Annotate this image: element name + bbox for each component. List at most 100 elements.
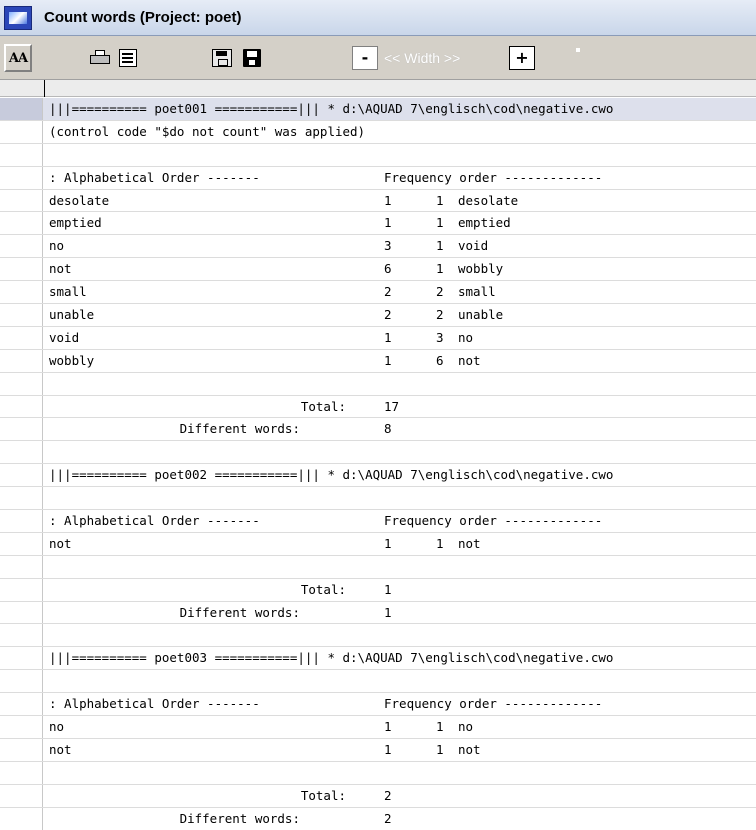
blank-row[interactable] <box>0 143 756 167</box>
word-cell: no <box>49 719 65 735</box>
blank-row[interactable] <box>0 624 756 648</box>
freq-cell: 1 <box>436 192 444 208</box>
save-as-button[interactable] <box>208 44 236 72</box>
row-gutter[interactable] <box>0 624 43 647</box>
count-cell: 1 <box>384 535 392 551</box>
row-gutter[interactable] <box>0 670 43 693</box>
different-words-value: 2 <box>384 810 392 826</box>
row-gutter[interactable] <box>0 784 43 807</box>
different-words-row[interactable]: Different words: 1 <box>0 601 756 625</box>
row-gutter[interactable] <box>0 647 43 670</box>
row-gutter[interactable] <box>0 281 43 304</box>
title-bar[interactable]: Count words (Project: poet) <box>0 0 756 36</box>
row-gutter[interactable] <box>0 510 43 532</box>
word-row[interactable]: emptied 1 1 emptied <box>0 212 756 236</box>
word-row[interactable]: desolate 1 1 desolate <box>0 189 756 213</box>
width-increase-button[interactable]: + <box>509 46 535 70</box>
print-preview-button[interactable] <box>114 44 142 72</box>
row-gutter[interactable] <box>0 693 43 716</box>
row-gutter[interactable] <box>0 807 43 830</box>
total-row[interactable]: Total: 17 <box>0 395 756 419</box>
row-gutter[interactable] <box>0 487 43 510</box>
row-gutter[interactable] <box>0 258 43 281</box>
section-banner-row[interactable]: |||========== poet001 ===========||| * d… <box>0 98 756 121</box>
row-gutter[interactable] <box>0 418 43 441</box>
total-row[interactable]: Total: 1 <box>0 578 756 602</box>
control-note-row[interactable]: (control code "$do not count" was applie… <box>0 120 756 144</box>
row-gutter[interactable] <box>0 532 43 555</box>
ruler-divider[interactable] <box>44 80 45 97</box>
different-words-label: Different words: <box>179 421 300 437</box>
row-gutter[interactable] <box>0 761 43 784</box>
row-gutter[interactable] <box>0 349 43 372</box>
word-cell: void <box>49 329 80 345</box>
freq-cell: 3 <box>436 329 444 345</box>
app-icon[interactable] <box>4 5 32 30</box>
word-cell: desolate <box>49 192 110 208</box>
word-row[interactable]: not 1 1 not <box>0 738 756 762</box>
word-row[interactable]: no 1 1 no <box>0 716 756 739</box>
row-gutter[interactable] <box>0 738 43 761</box>
total-row[interactable]: Total: 2 <box>0 784 756 808</box>
freq-word-cell: not <box>458 741 481 757</box>
column-header-row[interactable]: : Alphabetical Order ------- Frequency or… <box>0 693 756 717</box>
blank-row[interactable] <box>0 372 756 396</box>
different-words-row[interactable]: Different words: 8 <box>0 418 756 442</box>
row-gutter[interactable] <box>0 441 43 464</box>
width-decrease-button[interactable]: - <box>352 46 378 70</box>
count-cell: 1 <box>384 329 392 345</box>
section-banner-row[interactable]: |||========== poet002 ===========||| * d… <box>0 464 756 488</box>
floppy-disk-icon <box>243 49 261 67</box>
total-label: Total: <box>300 581 346 597</box>
row-gutter[interactable] <box>0 166 43 189</box>
blank-row[interactable] <box>0 670 756 694</box>
word-row[interactable]: wobbly 1 6 not <box>0 349 756 373</box>
word-row[interactable]: not 1 1 not <box>0 532 756 556</box>
freq-word-cell: no <box>458 719 474 735</box>
row-gutter[interactable] <box>0 235 43 258</box>
row-gutter[interactable] <box>0 395 43 418</box>
freq-word-cell: not <box>458 535 481 551</box>
row-gutter[interactable] <box>0 189 43 212</box>
row-gutter[interactable] <box>0 578 43 601</box>
row-gutter[interactable] <box>0 716 43 738</box>
blank-row[interactable] <box>0 555 756 579</box>
row-gutter[interactable] <box>0 143 43 166</box>
freq-cell: 2 <box>436 307 444 323</box>
font-button[interactable]: AA <box>4 44 32 72</box>
column-header-row[interactable]: : Alphabetical Order ------- Frequency or… <box>0 510 756 533</box>
word-row[interactable]: not 6 1 wobbly <box>0 258 756 282</box>
different-words-row[interactable]: Different words: 2 <box>0 807 756 830</box>
save-button[interactable] <box>238 44 266 72</box>
row-gutter[interactable] <box>0 372 43 395</box>
toolbar-marker <box>576 48 580 52</box>
word-row[interactable]: small 2 2 small <box>0 281 756 305</box>
row-gutter[interactable] <box>0 464 43 487</box>
row-gutter[interactable] <box>0 326 43 349</box>
column-ruler[interactable] <box>0 80 756 97</box>
row-gutter[interactable] <box>0 98 43 120</box>
section-banner-row[interactable]: |||========== poet003 ===========||| * d… <box>0 647 756 671</box>
results-grid[interactable]: |||========== poet001 ===========||| * d… <box>0 98 756 830</box>
freq-cell: 6 <box>436 352 444 368</box>
word-cell: not <box>49 535 72 551</box>
row-gutter[interactable] <box>0 120 43 143</box>
font-aa-icon: AA <box>8 50 28 66</box>
print-button[interactable] <box>86 44 114 72</box>
plus-icon: + <box>515 48 529 67</box>
minus-icon: - <box>361 48 369 67</box>
row-gutter[interactable] <box>0 212 43 235</box>
count-cell: 1 <box>384 192 392 208</box>
column-header-row[interactable]: : Alphabetical Order ------- Frequency or… <box>0 166 756 190</box>
row-gutter[interactable] <box>0 601 43 624</box>
word-row[interactable]: no 3 1 void <box>0 235 756 259</box>
word-row[interactable]: void 1 3 no <box>0 326 756 350</box>
blank-row[interactable] <box>0 761 756 785</box>
row-gutter[interactable] <box>0 304 43 326</box>
blank-row[interactable] <box>0 441 756 465</box>
word-cell: unable <box>49 307 95 323</box>
toolbar: AA - << Width >> + <box>0 36 756 80</box>
row-gutter[interactable] <box>0 555 43 578</box>
word-row[interactable]: unable 2 2 unable <box>0 304 756 327</box>
blank-row[interactable] <box>0 487 756 511</box>
